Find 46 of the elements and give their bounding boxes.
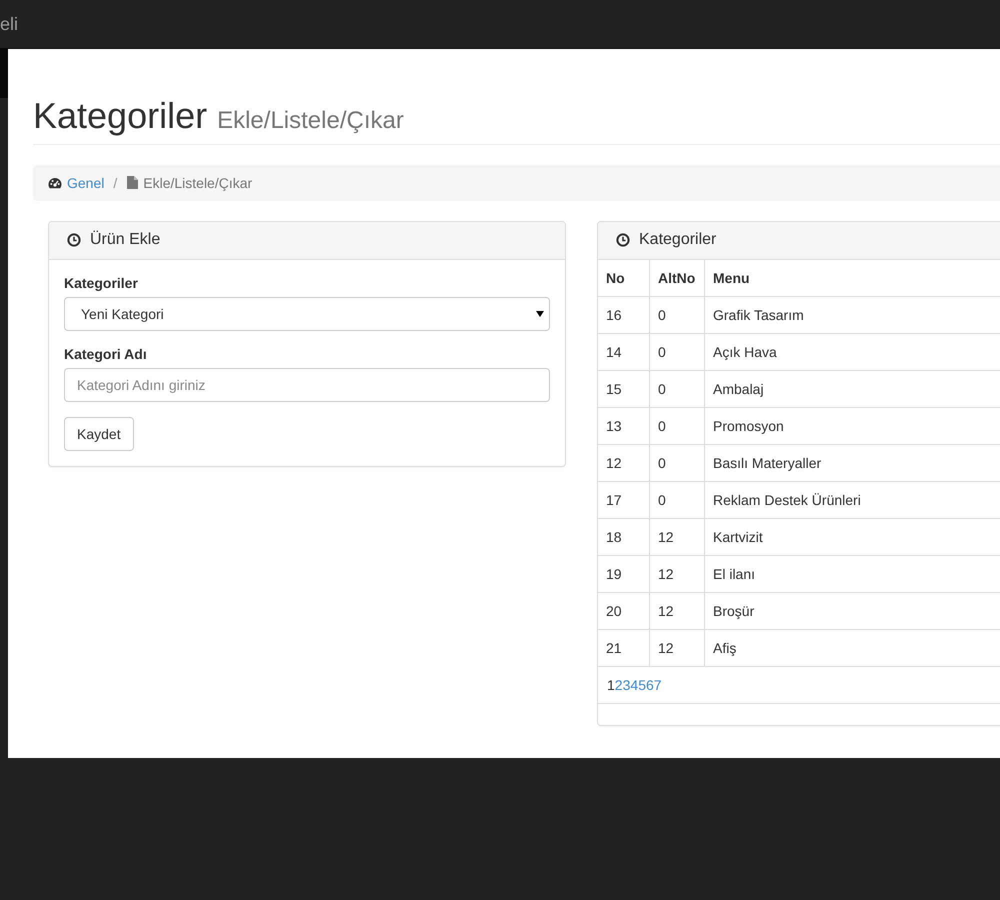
table-cell: 0 xyxy=(650,333,704,370)
field-label: Kategori Adı xyxy=(64,346,148,362)
page-link[interactable]: 7 xyxy=(654,676,662,693)
table-cell: 15 xyxy=(598,370,650,408)
save-button[interactable]: Kaydet xyxy=(64,416,134,451)
table-cell: 20 xyxy=(598,592,650,630)
table-cell: 0 xyxy=(650,296,704,334)
table-cell: 0 xyxy=(650,370,704,408)
table-cell: 17 xyxy=(598,481,650,518)
table-cell: 12 xyxy=(650,629,704,666)
table-cell: 21 xyxy=(598,629,650,666)
clock-icon xyxy=(67,233,81,248)
category-select[interactable]: Yeni Kategori xyxy=(64,296,550,331)
table-cell: 12 xyxy=(598,444,650,482)
table-cell: 0 xyxy=(650,407,704,444)
table-cell: 12 xyxy=(650,592,704,630)
page-title: Kategoriler xyxy=(33,96,208,136)
table-cell: 14 xyxy=(598,333,650,370)
breadcrumb-link[interactable]: Genel xyxy=(67,174,104,191)
table-cell: 0 xyxy=(650,481,704,518)
table-cell: 12 xyxy=(650,518,704,556)
page-link[interactable]: 4 xyxy=(630,676,638,693)
table-cell: 16 xyxy=(598,296,650,334)
table-cell: 12 xyxy=(650,555,704,592)
column-header: AltNo xyxy=(650,260,704,296)
page-link[interactable]: 1 xyxy=(607,676,615,693)
page-link[interactable]: 5 xyxy=(638,676,646,693)
navbar-brand[interactable]: eli xyxy=(0,14,18,34)
page-link[interactable]: 6 xyxy=(646,676,654,693)
column-header: No xyxy=(598,260,650,296)
document-icon xyxy=(127,176,138,190)
input-field[interactable]: Kategori Adını giriniz xyxy=(64,368,550,402)
panel-title: Kategoriler xyxy=(639,231,716,250)
breadcrumb-separator: / xyxy=(113,174,118,191)
field-label: Kategoriler xyxy=(64,274,139,291)
panel-title: Ürün Ekle xyxy=(90,231,160,250)
caret-icon xyxy=(536,310,544,317)
page-link[interactable]: 3 xyxy=(622,676,630,693)
clock-icon xyxy=(616,233,630,248)
page-link[interactable]: 2 xyxy=(614,676,623,693)
page-subtitle: Ekle/Listele/Çıkar xyxy=(217,107,404,135)
table-cell: 19 xyxy=(598,555,650,592)
table-cell: 13 xyxy=(598,407,650,444)
gauge-icon xyxy=(48,176,62,189)
table-cell: 18 xyxy=(598,518,650,556)
table-cell: 0 xyxy=(650,444,704,482)
